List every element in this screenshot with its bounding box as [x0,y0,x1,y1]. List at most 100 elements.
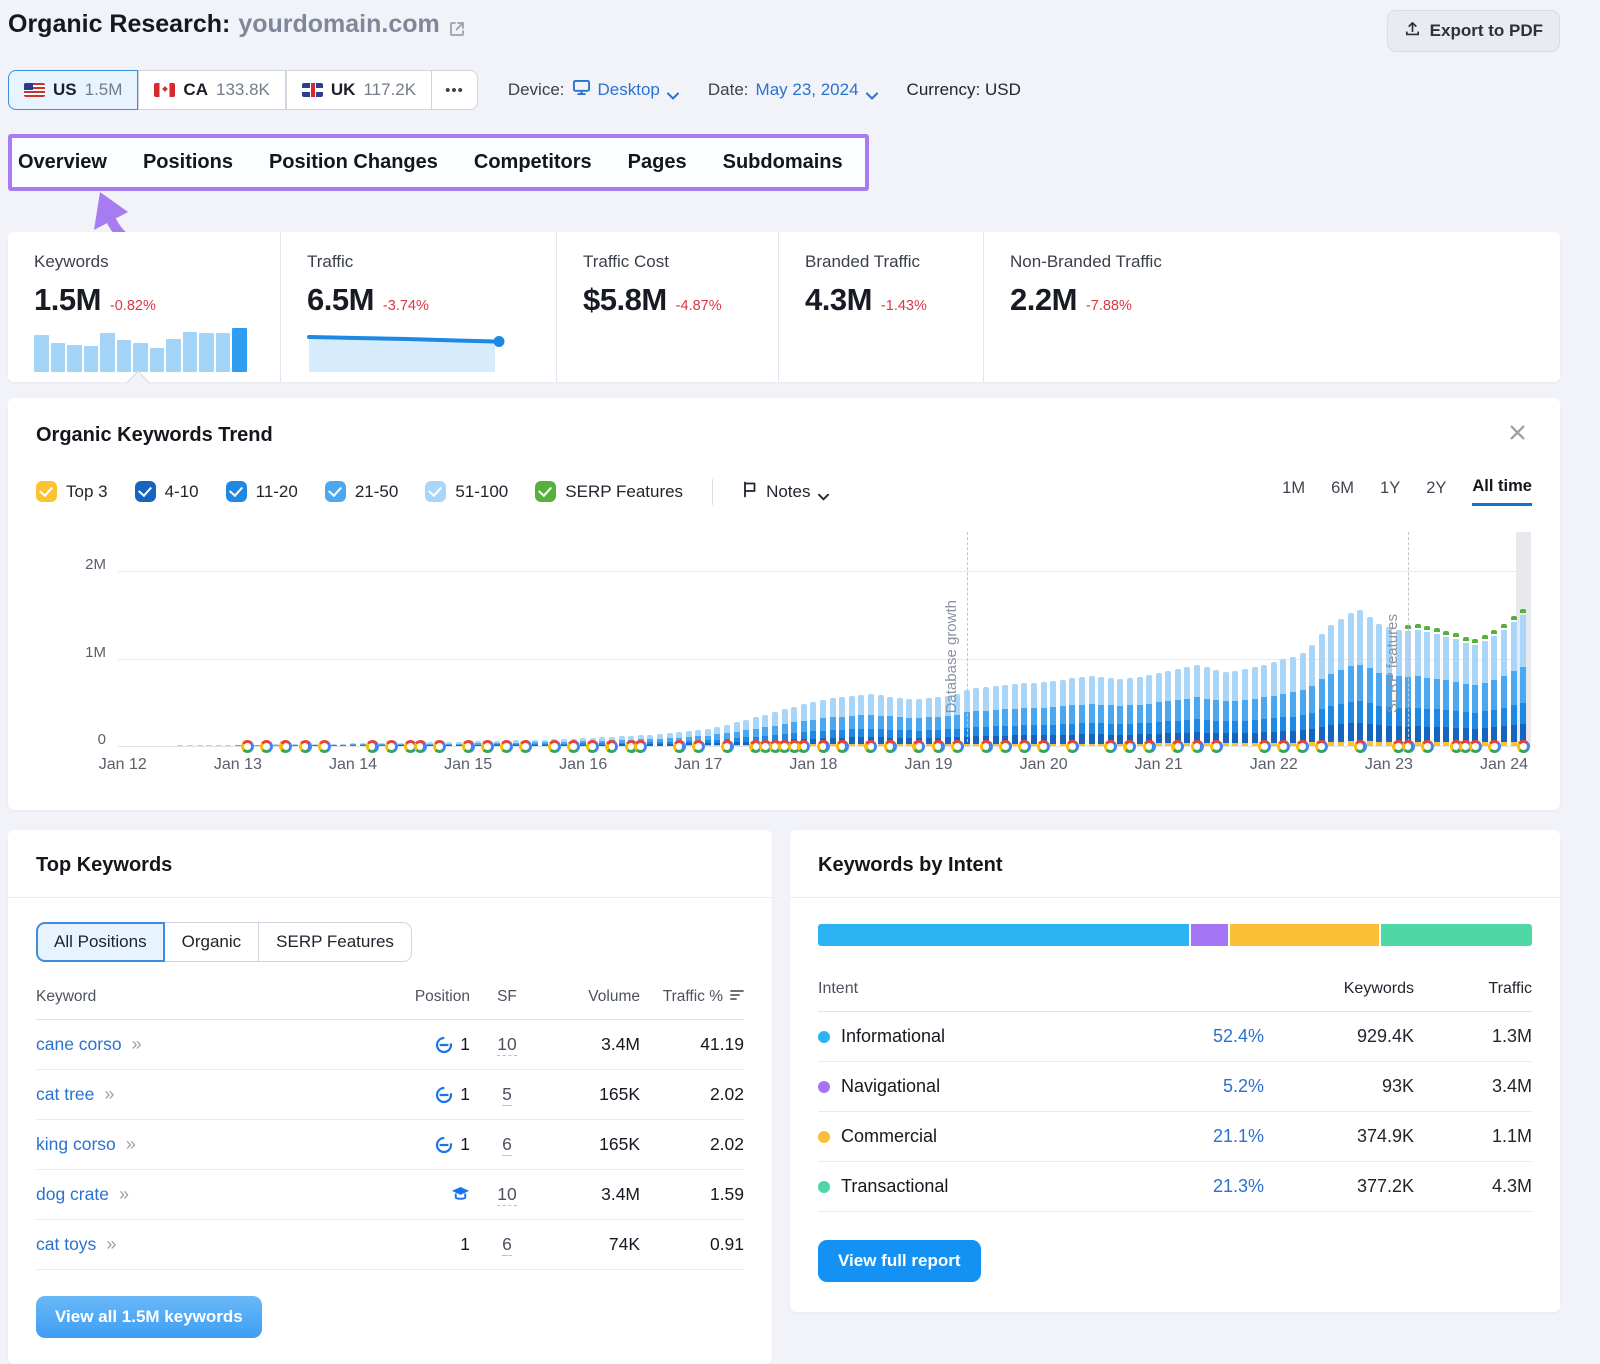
google-update-icon[interactable] [692,740,705,753]
tab-positions[interactable]: Positions [143,151,233,174]
trend-bar[interactable] [331,744,337,746]
tab-competitors[interactable]: Competitors [474,151,592,174]
google-update-icon[interactable] [1258,740,1271,753]
google-update-icon[interactable] [433,740,446,753]
serp-features-count[interactable]: 5 [502,1084,512,1106]
trend-bar[interactable] [1376,624,1382,746]
google-update-icon[interactable] [567,740,580,753]
notes-dropdown[interactable]: Notes [742,481,829,503]
intent-segment-commercial[interactable] [1230,924,1379,946]
trend-bar[interactable] [427,742,433,746]
range-all-time[interactable]: All time [1472,477,1532,506]
trend-bar[interactable] [878,695,884,746]
google-update-icon[interactable] [721,740,734,753]
trend-bar[interactable] [1021,683,1027,746]
trend-bar[interactable] [398,743,404,746]
filter-tab-serp-features[interactable]: SERP Features [259,922,412,962]
google-update-icon[interactable] [1143,740,1156,753]
trend-bar[interactable] [1137,677,1143,746]
intent-percent[interactable]: 21.3% [1144,1176,1264,1197]
google-update-icon[interactable] [462,740,475,753]
trend-bar[interactable] [734,722,740,746]
trend-bar[interactable] [619,736,625,746]
keyword-link[interactable]: cat toys [36,1234,96,1255]
range-1m[interactable]: 1M [1282,479,1305,505]
trend-bar[interactable] [983,687,989,746]
legend-4-10[interactable]: 4-10 [135,481,199,502]
trend-bar[interactable] [513,740,519,746]
google-update-icon[interactable] [586,740,599,753]
trend-bar[interactable] [1079,677,1085,746]
legend-serp-features[interactable]: SERP Features [535,481,683,502]
google-update-icon[interactable] [864,740,877,753]
keyword-link[interactable]: king corso [36,1134,116,1155]
view-all-keywords-button[interactable]: View all 1.5M keywords [36,1296,262,1338]
range-2y[interactable]: 2Y [1426,479,1446,505]
trend-bar[interactable] [1012,684,1018,746]
legend-21-50[interactable]: 21-50 [325,481,398,502]
trend-bar[interactable] [935,697,941,746]
trend-bar[interactable] [1338,619,1344,746]
trend-bar[interactable] [868,694,874,746]
trend-bar[interactable] [1463,637,1469,746]
google-update-icon[interactable] [481,740,494,753]
trend-bar[interactable] [206,745,212,746]
trend-bar[interactable] [810,702,816,746]
close-icon[interactable] [1509,424,1526,446]
trend-bar[interactable] [494,741,500,746]
legend-11-20[interactable]: 11-20 [226,481,298,502]
trend-bar[interactable] [1472,639,1478,746]
trend-bar[interactable] [446,742,452,746]
country-tab-us[interactable]: US1.5M [8,70,138,110]
trend-bar[interactable] [1252,667,1258,746]
trend-bar[interactable] [273,744,279,746]
tab-subdomains[interactable]: Subdomains [723,151,843,174]
trend-bar[interactable] [686,731,692,746]
trend-bar[interactable] [1415,624,1421,746]
trend-bar[interactable] [897,698,903,746]
google-update-icon[interactable] [318,740,331,753]
trend-bar[interactable] [1443,631,1449,746]
serp-features-count[interactable]: 10 [497,1034,516,1056]
trend-bar[interactable] [197,745,203,746]
google-update-icon[interactable] [241,740,254,753]
keywords-sparkline[interactable] [34,328,280,372]
google-update-icon[interactable] [279,740,292,753]
intent-percent[interactable]: 5.2% [1144,1076,1264,1097]
checkbox-top-3[interactable] [36,481,57,502]
google-update-icon[interactable] [884,740,897,753]
trend-bar[interactable] [1165,671,1171,746]
expand-icon[interactable]: » [104,1084,114,1105]
google-update-icon[interactable] [951,740,964,753]
trend-bar[interactable] [1194,665,1200,746]
trend-bar[interactable] [1050,681,1056,746]
trend-bar[interactable] [926,698,932,746]
trend-bar[interactable] [1184,667,1190,746]
google-update-icon[interactable] [1210,740,1223,753]
serp-features-count[interactable]: 10 [497,1184,516,1206]
checkbox-4-10[interactable] [135,481,156,502]
filter-tab-organic[interactable]: Organic [165,922,260,962]
expand-icon[interactable]: » [126,1134,136,1155]
google-update-icon[interactable] [500,740,513,753]
more-countries-button[interactable]: ••• [432,70,478,110]
legend-51-100[interactable]: 51-100 [425,481,508,502]
google-update-icon[interactable] [1277,740,1290,753]
serp-features-count[interactable]: 6 [502,1234,512,1256]
checkbox-21-50[interactable] [325,481,346,502]
trend-bar[interactable] [1482,635,1488,746]
trend-bar[interactable] [657,734,663,746]
keyword-link[interactable]: cat tree [36,1084,94,1105]
trend-bar[interactable] [1501,624,1507,746]
intent-percent[interactable]: 52.4% [1144,1026,1264,1047]
trend-bar[interactable] [1117,679,1123,746]
trend-bar[interactable] [599,737,605,746]
trend-bar[interactable] [1204,667,1210,746]
trend-bar[interactable] [839,697,845,746]
trend-bar[interactable] [1146,675,1152,746]
checkbox-51-100[interactable] [425,481,446,502]
trend-bar[interactable] [1069,678,1075,746]
intent-stacked-bar[interactable] [818,924,1532,946]
trend-bar[interactable] [1367,617,1373,746]
trend-bar[interactable] [1309,645,1315,746]
